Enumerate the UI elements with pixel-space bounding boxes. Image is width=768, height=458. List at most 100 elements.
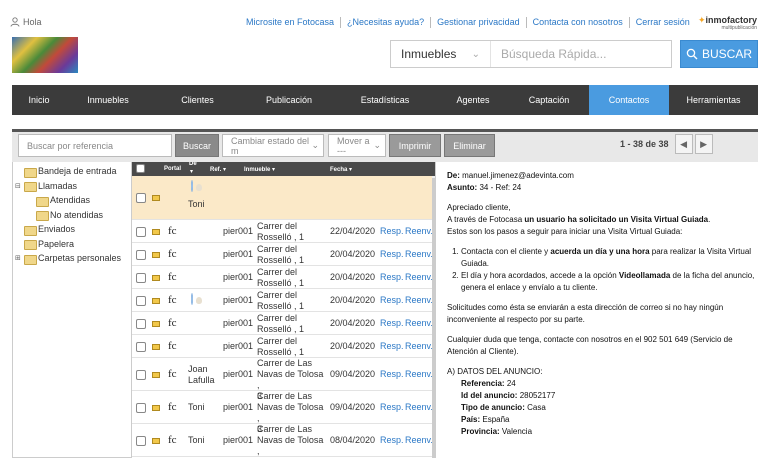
row-checkbox[interactable] [136,318,146,329]
envelope-icon [152,437,160,444]
address-line: Rosselló , 1 [257,231,305,242]
forward-link[interactable]: Reenv. [405,369,433,379]
message-row[interactable]: fc pier001 Carrer del Rosselló , 1 20/04/202… [132,243,433,266]
forward-link[interactable]: Reenv. [405,318,433,328]
nav-clientes[interactable]: Clientes [150,85,245,115]
ad-field: Tipo de anuncio: Casa [461,403,546,412]
folder-item[interactable]: ⊞ Carpetas personales [13,251,131,266]
nav-publicacion[interactable]: Publicación [245,85,333,115]
row-checkbox[interactable] [136,369,146,380]
row-checkbox[interactable] [136,435,146,446]
reply-link[interactable]: Resp. [380,249,404,259]
reference: pier001 [223,401,254,412]
message-row[interactable]: fc pier001 Carrer del Rosselló , 1 20/04/202… [132,335,433,358]
reference-search-button[interactable]: Buscar [175,134,219,157]
preview-intro: A través de Fotocasa un usuario ha solic… [447,215,711,224]
address-line: Rosselló , 1 [257,277,305,288]
message-date: 09/04/2020 [330,368,376,379]
ad-field: Id del anuncio: 28052177 [461,391,556,400]
greeting-text: Hola [23,17,42,27]
folder-item[interactable]: Atendidas [13,193,131,208]
message-row[interactable]: fc Toni pier001 Carrer de Las Navas de Tolos… [132,424,433,458]
folder-item[interactable]: ⊟ Llamadas [13,179,131,194]
prev-page-button[interactable]: ◀ [674,134,693,154]
move-to-select[interactable]: Mover a --- ⌄ [328,134,386,157]
nav-agentes[interactable]: Agentes [437,85,509,115]
reply-link[interactable]: Resp. [380,435,404,445]
scrollbar-thumb[interactable] [432,178,435,458]
link-contact[interactable]: Contacta con nosotros [527,17,630,28]
link-privacy[interactable]: Gestionar privacidad [431,17,527,28]
property-address: Carrer del Rosselló , 1 [257,267,327,289]
link-logout[interactable]: Cerrar sesión [630,17,696,28]
message-row[interactable]: fc pier001 Carrer del Rosselló , 1 20/04/202… [132,266,433,289]
list-scrollbar[interactable] [432,176,435,458]
print-button[interactable]: Imprimir [389,134,441,157]
reply-link[interactable]: Resp. [380,295,404,305]
row-checkbox[interactable] [136,402,146,413]
link-help[interactable]: ¿Necesitas ayuda? [341,17,432,28]
nav-inmuebles[interactable]: Inmuebles [66,85,150,115]
top-links: Microsite en Fotocasa ¿Necesitas ayuda? … [246,17,696,28]
col-portal[interactable]: Portal [164,166,181,172]
search-button[interactable]: BUSCAR [680,40,758,68]
message-row[interactable]: fc Toni pier001 Carrer de Las Navas de Tolos… [132,391,433,434]
envelope-icon [152,274,160,281]
select-all-checkbox[interactable] [136,164,145,173]
forward-link[interactable]: Reenv. [405,295,433,305]
message-row[interactable]: fc pier001 Carrer del Rosselló , 1 20/04/202… [132,312,433,335]
link-microsite[interactable]: Microsite en Fotocasa [246,17,342,28]
row-checkbox[interactable] [136,226,146,237]
reply-link[interactable]: Resp. [380,226,404,236]
col-de[interactable]: De [189,162,197,167]
nav-captacion[interactable]: Captación [509,85,589,115]
reply-link[interactable]: Resp. [380,318,404,328]
nav-herramientas[interactable]: Herramientas [669,85,758,115]
row-checkbox[interactable] [136,193,146,203]
folder-icon [36,196,49,207]
sender-name: Toni [188,401,205,412]
reply-link[interactable]: Resp. [380,341,404,351]
row-checkbox[interactable] [136,341,146,352]
reply-link[interactable]: Resp. [380,272,404,282]
delete-button[interactable]: Eliminar [444,134,495,157]
reply-link[interactable]: Resp. [380,369,404,379]
folder-item[interactable]: No atendidas [13,208,131,223]
col-fecha[interactable]: Fecha ▾ [330,166,352,173]
forward-link[interactable]: Reenv. [405,249,433,259]
expand-toggle-icon[interactable]: ⊟ [15,182,22,190]
row-checkbox[interactable] [136,295,146,306]
sort-arrow-icon: ▾ [190,169,194,175]
message-row[interactable]: fc Joan Lafulla pier001 Carrer de Las Navas … [132,358,433,401]
nav-contactos[interactable]: Contactos [589,85,669,115]
next-page-button[interactable]: ▶ [694,134,713,154]
message-row[interactable]: fc pier001 Carrer del Rosselló , 1 20/04/202… [132,289,433,312]
quick-search-input[interactable] [491,41,671,67]
message-row[interactable]: Toni [132,176,432,220]
inmofactory-logo[interactable]: ✦inmofactory multipublicación [698,16,757,32]
forward-link[interactable]: Reenv. [405,402,433,412]
change-state-select[interactable]: Cambiar estado del m ⌄ [222,134,324,157]
expand-toggle-icon[interactable]: ⊞ [15,254,22,262]
folder-label: Carpetas personales [38,253,122,264]
row-checkbox[interactable] [136,249,146,260]
search-category-select[interactable]: Inmuebles ⌄ [391,41,491,67]
message-row[interactable]: fc pier001 Carrer del Rosselló , 1 22/04/202… [132,220,433,243]
folder-item[interactable]: Enviados [13,222,131,237]
forward-link[interactable]: Reenv. [405,272,433,282]
forward-link[interactable]: Reenv. [405,341,433,351]
folder-item[interactable]: Bandeja de entrada [13,164,131,179]
row-checkbox[interactable] [136,272,146,283]
forward-link[interactable]: Reenv. [405,435,433,445]
nav-inicio[interactable]: Inicio [12,85,66,115]
reply-link[interactable]: Resp. [380,402,404,412]
col-ref[interactable]: Ref. ▾ [210,166,226,173]
nav-estadisticas[interactable]: Estadísticas [333,85,437,115]
ad-field: País: España [461,415,510,424]
col-inmueble[interactable]: Inmueble ▾ [244,166,275,173]
property-address: Carrer del Rosselló , 1 [257,244,327,266]
step-2: El día y hora acordados, accede a la opc… [461,270,758,294]
folder-item[interactable]: Papelera [13,237,131,252]
reference-search-input[interactable]: Buscar por referencia [18,134,172,157]
forward-link[interactable]: Reenv. [405,226,433,236]
